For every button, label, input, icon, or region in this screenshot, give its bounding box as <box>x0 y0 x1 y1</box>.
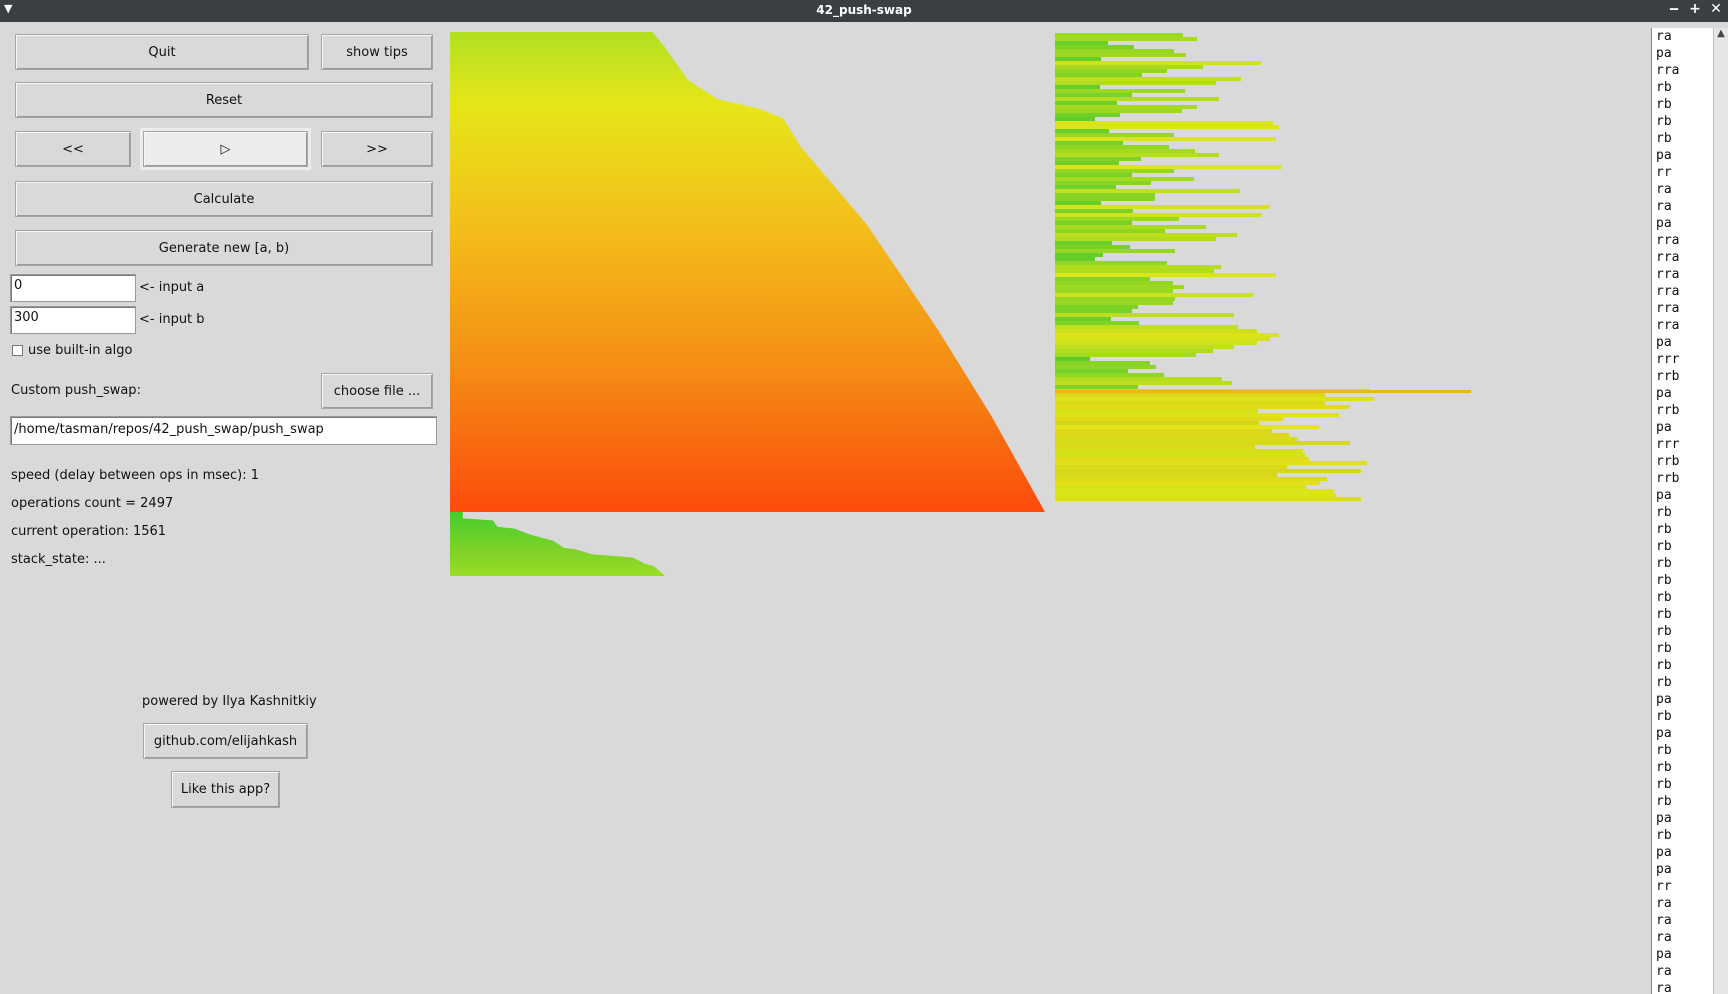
operation-item: rra <box>1656 267 1680 282</box>
operation-item: pa <box>1656 420 1672 435</box>
like-app-button[interactable]: Like this app? <box>171 771 280 808</box>
calculate-button[interactable]: Calculate <box>15 181 433 217</box>
generate-button[interactable]: Generate new [a, b) <box>15 230 433 266</box>
operation-item: pa <box>1656 692 1672 707</box>
operation-item: ra <box>1656 29 1672 44</box>
operation-item: rra <box>1656 301 1680 316</box>
operation-item: rb <box>1656 624 1672 639</box>
operation-item: rb <box>1656 97 1672 112</box>
operation-item: rb <box>1656 607 1672 622</box>
stack-b-visualization <box>1055 33 1495 501</box>
operation-item: pa <box>1656 811 1672 826</box>
minimize-icon[interactable]: ‒ <box>1666 1 1682 17</box>
operations-scrollbar[interactable]: ▲ <box>1713 28 1728 994</box>
scroll-up-icon[interactable]: ▲ <box>1715 28 1727 40</box>
operation-item: pa <box>1656 335 1672 350</box>
stack-state-label: stack_state: ... <box>11 552 106 567</box>
operation-item: pa <box>1656 488 1672 503</box>
step-back-button[interactable]: << <box>15 131 131 167</box>
operation-item: rb <box>1656 777 1672 792</box>
operation-item: rb <box>1656 794 1672 809</box>
current-op-label: current operation: 1561 <box>11 524 167 539</box>
operation-item: rb <box>1656 522 1672 537</box>
operation-item: ra <box>1656 913 1672 928</box>
operation-item: rb <box>1656 658 1672 673</box>
operation-item: rra <box>1656 318 1680 333</box>
close-icon[interactable]: ✕ <box>1708 1 1724 17</box>
operation-item: ra <box>1656 964 1672 979</box>
operation-item: pa <box>1656 148 1672 163</box>
operation-item: rb <box>1656 709 1672 724</box>
operation-item: rb <box>1656 131 1672 146</box>
operation-item: rrr <box>1656 352 1680 367</box>
step-forward-button[interactable]: >> <box>321 131 433 167</box>
operation-item: rb <box>1656 80 1672 95</box>
operations-list[interactable]: ra pa rra rb rb rb rb pa rr ra ra pa rra rra rra rra rra… <box>1651 28 1713 994</box>
operation-item: ra <box>1656 182 1672 197</box>
operation-item: rrr <box>1656 437 1680 452</box>
operation-item: rb <box>1656 505 1672 520</box>
input-b-label: <- input b <box>139 312 205 327</box>
quit-button[interactable]: Quit <box>15 34 309 70</box>
operation-item: pa <box>1656 386 1672 401</box>
operation-item: rrb <box>1656 471 1680 486</box>
operation-item: ra <box>1656 930 1672 945</box>
stack-b-current-element <box>1055 390 1471 393</box>
custom-push-swap-label: Custom push_swap: <box>11 383 141 398</box>
operation-item: rra <box>1656 250 1680 265</box>
speed-label: speed (delay between ops in msec): 1 <box>11 468 260 483</box>
input-a-field[interactable]: 0 <box>10 274 136 302</box>
builtin-algo-checkbox[interactable] <box>12 345 23 356</box>
operation-item: rrb <box>1656 403 1680 418</box>
choose-file-button[interactable]: choose file ... <box>321 373 433 409</box>
builtin-algo-label: use built-in algo <box>28 343 133 358</box>
operation-item: pa <box>1656 726 1672 741</box>
operation-item: pa <box>1656 947 1672 962</box>
operation-item: pa <box>1656 46 1672 61</box>
operation-item: rb <box>1656 114 1672 129</box>
github-link-button[interactable]: github.com/elijahkash <box>143 723 308 759</box>
window-title: 42_push-swap <box>816 3 912 17</box>
operation-item: rr <box>1656 879 1672 894</box>
ops-count-label: operations count = 2497 <box>11 496 174 511</box>
operation-item: rra <box>1656 63 1680 78</box>
operation-item: rb <box>1656 743 1672 758</box>
operation-item: pa <box>1656 862 1672 877</box>
powered-by-label: powered by Ilya Kashnitkiy <box>142 694 317 709</box>
operation-item: rb <box>1656 675 1672 690</box>
show-tips-button[interactable]: show tips <box>321 34 433 70</box>
operation-item: rb <box>1656 760 1672 775</box>
operation-item: ra <box>1656 981 1672 994</box>
operation-item: rb <box>1656 539 1672 554</box>
operation-item: rra <box>1656 233 1680 248</box>
maximize-icon[interactable]: + <box>1687 1 1703 17</box>
operation-item: pa <box>1656 216 1672 231</box>
operation-item: rb <box>1656 556 1672 571</box>
operation-item: pa <box>1656 845 1672 860</box>
operation-item: rb <box>1656 828 1672 843</box>
operation-item: rra <box>1656 284 1680 299</box>
operation-item: rb <box>1656 573 1672 588</box>
operation-item: rrb <box>1656 454 1680 469</box>
operation-item: rb <box>1656 641 1672 656</box>
operation-item: ra <box>1656 896 1672 911</box>
push-swap-path-field[interactable]: /home/tasman/repos/42_push_swap/push_swa… <box>10 416 437 445</box>
window-titlebar: ▼ 42_push-swap ‒ + ✕ <box>0 0 1728 22</box>
stack-b-bar <box>1055 497 1361 501</box>
operation-item: rb <box>1656 590 1672 605</box>
stack-a-remaining-visualization <box>450 512 665 576</box>
operation-item: rr <box>1656 165 1672 180</box>
input-a-label: <- input a <box>139 280 205 295</box>
operation-item: ra <box>1656 199 1672 214</box>
operation-item: rrb <box>1656 369 1680 384</box>
input-b-field[interactable]: 300 <box>10 306 136 334</box>
play-button[interactable]: ▷ <box>140 128 311 170</box>
reset-button[interactable]: Reset <box>15 82 433 118</box>
stack-a-visualization <box>450 32 1045 512</box>
